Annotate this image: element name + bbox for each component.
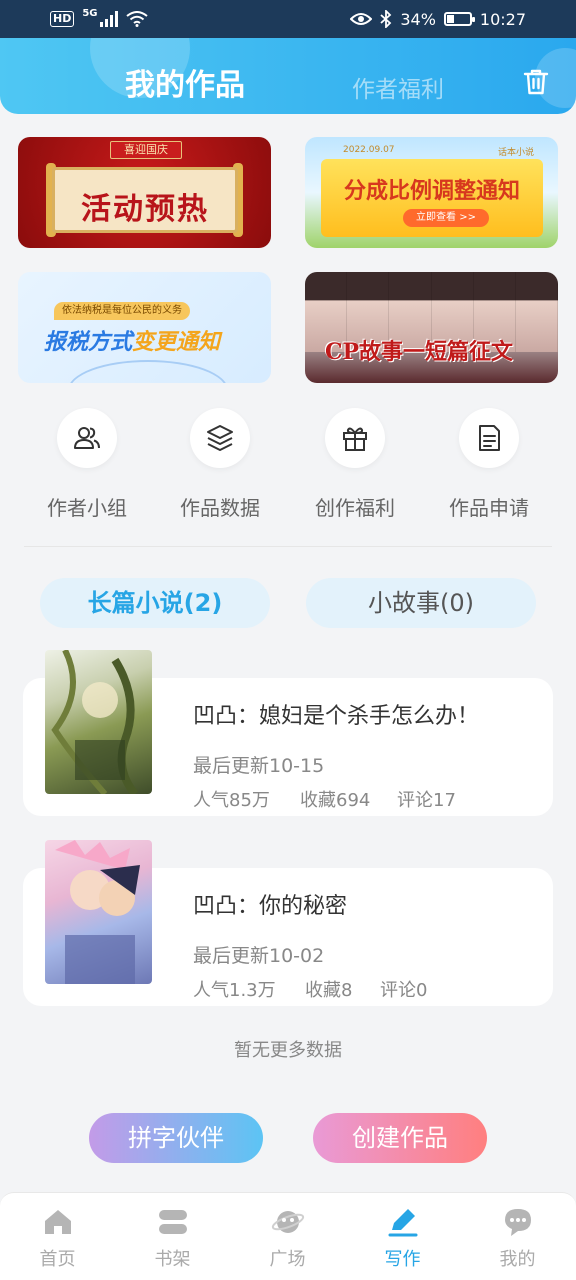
work-application-button[interactable] bbox=[459, 408, 519, 468]
tab-long-novels[interactable]: 长篇小说(2) bbox=[40, 578, 270, 628]
nav-label: 写作 bbox=[384, 1249, 421, 1270]
banner-envelope: 分成比例调整通知 立即查看 >> bbox=[321, 159, 543, 237]
nav-bookshelf[interactable]: 书架 bbox=[115, 1193, 230, 1280]
banner-scroll: 活动预热 bbox=[52, 167, 238, 233]
author-group-label: 作者小组 bbox=[47, 496, 127, 520]
nav-me[interactable]: 我的 bbox=[460, 1193, 575, 1280]
clock: 10:27 bbox=[479, 9, 526, 29]
work-title[interactable]: 凹凸：媳妇是个杀手怎么办！ bbox=[193, 698, 479, 730]
divider bbox=[24, 546, 552, 547]
creation-benefits-button[interactable] bbox=[325, 408, 385, 468]
work-title[interactable]: 凹凸：你的秘密 bbox=[193, 888, 347, 920]
status-bar: HD 5G 34% 10:27 bbox=[0, 0, 576, 38]
tab-short-stories[interactable]: 小故事(0) bbox=[306, 578, 536, 628]
tab-my-works[interactable]: 我的作品 bbox=[125, 60, 245, 104]
signal-icon bbox=[99, 11, 118, 27]
cover-illustration bbox=[51, 650, 139, 794]
banner-title: CP故事一短篇征文 bbox=[325, 339, 514, 365]
banner-title-main: 报税方式 bbox=[44, 330, 133, 355]
work-comments: 评论0 bbox=[380, 980, 428, 1001]
banner-tag: 依法纳税是每位公民的义务 bbox=[54, 302, 190, 320]
banner-cta: 立即查看 >> bbox=[403, 209, 489, 227]
work-updated: 最后更新10-02 bbox=[193, 945, 325, 967]
bluetooth-icon bbox=[380, 10, 392, 28]
work-updated: 最后更新10-15 bbox=[193, 755, 325, 777]
document-icon bbox=[479, 425, 500, 451]
banner-title: 分成比例调整通知 bbox=[343, 179, 520, 204]
nav-label: 广场 bbox=[269, 1249, 306, 1270]
home-icon bbox=[45, 1210, 71, 1234]
tab-author-benefits[interactable]: 作者福利 bbox=[352, 70, 444, 104]
writing-partner-button[interactable]: 拼字伙伴 bbox=[89, 1113, 263, 1163]
banner-cp-contest[interactable]: CP故事一短篇征文 bbox=[305, 272, 558, 383]
no-more-data: 暂无更多数据 bbox=[234, 1040, 342, 1061]
battery-percent: 34% bbox=[400, 9, 436, 29]
banner-title-accent: 变更通知 bbox=[132, 330, 221, 355]
pen-icon bbox=[388, 1209, 418, 1237]
nav-home[interactable]: 首页 bbox=[0, 1193, 115, 1280]
banner-tax-notice[interactable]: 依法纳税是每位公民的义务 报税方式变更通知 bbox=[18, 272, 271, 383]
author-group-button[interactable] bbox=[57, 408, 117, 468]
wifi-icon bbox=[125, 11, 148, 27]
work-cover[interactable] bbox=[45, 650, 152, 794]
chat-bubble-icon bbox=[505, 1209, 531, 1236]
banner-title: 活动预热 bbox=[81, 192, 209, 227]
cover-illustration bbox=[55, 840, 140, 984]
network-type: 5G bbox=[82, 7, 98, 19]
nav-write[interactable]: 写作 bbox=[345, 1193, 460, 1280]
banner-revenue-notice[interactable]: 2022.09.07 话本小说 分成比例调整通知 立即查看 >> bbox=[305, 137, 558, 248]
banner-date: 2022.09.07 bbox=[343, 145, 395, 155]
planet-icon bbox=[271, 1211, 305, 1233]
creation-benefits-label: 创作福利 bbox=[315, 496, 395, 520]
banner-title: 报税方式变更通知 bbox=[44, 324, 220, 356]
banner-decoration bbox=[68, 360, 228, 383]
nav-label: 首页 bbox=[39, 1249, 76, 1270]
nav-label: 书架 bbox=[154, 1249, 191, 1270]
gift-icon bbox=[343, 427, 367, 451]
work-favorites: 收藏8 bbox=[305, 980, 353, 1001]
work-favorites: 收藏694 bbox=[300, 790, 371, 811]
banner-event-warmup[interactable]: 活动预热 喜迎国庆 bbox=[18, 137, 271, 248]
trash-icon[interactable] bbox=[520, 66, 552, 98]
layers-icon bbox=[207, 425, 233, 451]
bookshelf-icon bbox=[159, 1210, 187, 1234]
bottom-nav: 首页 书架 广场 写作 我的 bbox=[0, 1192, 576, 1280]
work-application-label: 作品申请 bbox=[449, 496, 529, 520]
create-work-button[interactable]: 创建作品 bbox=[313, 1113, 487, 1163]
work-data-button[interactable] bbox=[190, 408, 250, 468]
work-popularity: 人气85万 bbox=[193, 790, 270, 811]
nav-plaza[interactable]: 广场 bbox=[230, 1193, 345, 1280]
header: 我的作品 作者福利 bbox=[0, 38, 576, 114]
hd-badge: HD bbox=[50, 11, 75, 27]
battery-icon bbox=[443, 12, 475, 26]
status-left: HD 5G bbox=[50, 7, 148, 27]
work-comments: 评论17 bbox=[397, 790, 456, 811]
eye-icon bbox=[350, 13, 373, 25]
work-data-label: 作品数据 bbox=[180, 496, 260, 520]
banner-tag: 喜迎国庆 bbox=[110, 141, 182, 159]
banner-brand: 话本小说 bbox=[497, 148, 534, 158]
status-right: 34% 10:27 bbox=[350, 10, 526, 29]
nav-label: 我的 bbox=[499, 1249, 536, 1270]
work-cover[interactable] bbox=[45, 840, 152, 984]
users-icon bbox=[74, 427, 100, 449]
work-popularity: 人气1.3万 bbox=[193, 980, 276, 1001]
